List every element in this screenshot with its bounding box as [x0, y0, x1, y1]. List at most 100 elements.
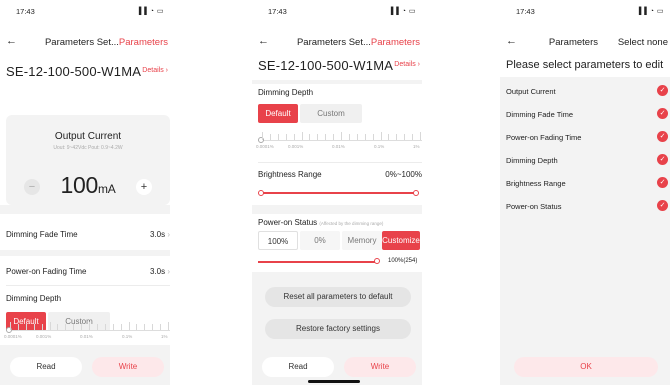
- details-link[interactable]: Details ›: [142, 67, 168, 74]
- dimming-depth-slider[interactable]: 0.0001% 0.001% 0.01% 0.1% 1%: [256, 130, 422, 154]
- option-customize-button[interactable]: Customize: [382, 231, 420, 250]
- slider-tick: [262, 132, 263, 140]
- check-icon[interactable]: ✓: [657, 200, 668, 211]
- list-item-label: Power-on Status: [506, 202, 562, 211]
- status-bar: 17:43 ▐▐ ◔ ▭: [268, 7, 416, 19]
- slider-tick: [380, 132, 382, 140]
- slider-tick: [152, 324, 154, 330]
- tick-label: 0.1%: [374, 144, 385, 149]
- nav-bar: ← Parameters Set...Parameters: [6, 35, 170, 50]
- brightness-max-handle[interactable]: [413, 190, 419, 196]
- slider-tick: [396, 134, 398, 140]
- row-value-text: 3.0s: [149, 267, 166, 276]
- back-arrow-icon[interactable]: ←: [6, 35, 17, 47]
- custom-button[interactable]: Custom: [300, 104, 362, 123]
- power-on-fading-time-row[interactable]: Power-on Fading Time 3.0s ›: [6, 267, 170, 283]
- check-icon[interactable]: ✓: [657, 131, 668, 142]
- slider-tick: [136, 324, 138, 330]
- slider-tick: [144, 324, 146, 330]
- default-button[interactable]: Default: [258, 104, 298, 123]
- select-none-button[interactable]: Select none: [618, 37, 668, 48]
- list-item-dimming-fade-time[interactable]: Dimming Fade Time ✓: [506, 107, 670, 122]
- dimming-fade-time-row[interactable]: Dimming Fade Time 3.0s ›: [6, 230, 170, 246]
- slider-handle[interactable]: [258, 137, 264, 143]
- list-item-label: Dimming Depth: [506, 156, 558, 165]
- list-item-label: Output Current: [506, 87, 556, 96]
- option-100-button[interactable]: 100%: [258, 231, 298, 250]
- dimming-depth-slider[interactable]: 0.0001% 0.001% 0.01% 0.1% 1%: [4, 320, 170, 344]
- back-arrow-icon[interactable]: ←: [258, 35, 269, 47]
- slider-tick: [420, 132, 421, 140]
- check-icon[interactable]: ✓: [657, 108, 668, 119]
- slider-tick: [65, 324, 67, 330]
- slider-tick: [412, 134, 414, 140]
- list-item-power-on-status[interactable]: Power-on Status ✓: [506, 199, 670, 214]
- write-button[interactable]: Write: [344, 357, 416, 377]
- slider-tick: [33, 324, 35, 330]
- output-current-title: Output Current: [54, 131, 122, 142]
- parameters-link[interactable]: Parameters: [119, 37, 168, 48]
- slider-tick: [120, 324, 122, 330]
- write-button[interactable]: Write: [92, 357, 164, 377]
- back-arrow-icon[interactable]: ←: [506, 35, 517, 47]
- ok-button[interactable]: OK: [514, 357, 658, 377]
- row-divider: [258, 162, 422, 163]
- signal-wifi-battery-icon: ▐▐ ◔ ▭: [636, 8, 664, 15]
- current-unit: mA: [98, 182, 116, 196]
- parameters-screen-main: 17:43 ▐▐ ◔ ▭ ← Parameters Set...Paramete…: [0, 0, 170, 385]
- read-button[interactable]: Read: [262, 357, 334, 377]
- slider-handle[interactable]: [6, 327, 12, 333]
- list-item-power-on-fading-time[interactable]: Power-on Fading Time ✓: [506, 130, 670, 145]
- slider-tick: [168, 322, 169, 330]
- page-title: Parameters: [548, 37, 598, 48]
- slider-tick: [356, 134, 358, 140]
- slider-track: [6, 327, 170, 333]
- check-icon[interactable]: ✓: [657, 85, 668, 96]
- page-title-text: Parameters Set...: [44, 37, 119, 48]
- parameters-link[interactable]: Parameters: [371, 37, 420, 48]
- slider-tick: [317, 134, 319, 140]
- restore-factory-button[interactable]: Restore factory settings: [265, 319, 411, 339]
- dimming-depth-label: Dimming Depth: [258, 88, 314, 97]
- slider-tick: [112, 324, 114, 330]
- decrease-button[interactable]: −: [24, 179, 40, 195]
- power-on-status-label: Power-on Status (Affected by the dimming…: [258, 218, 383, 227]
- section-divider: [252, 205, 422, 214]
- increase-button[interactable]: +: [136, 179, 152, 195]
- slider-tick: [73, 324, 75, 330]
- home-indicator: [308, 380, 360, 383]
- page-title: Parameters Set...Parameters: [297, 37, 420, 48]
- dimming-depth-label-row: Dimming Depth: [258, 88, 422, 104]
- slider-tick: [301, 132, 303, 140]
- option-0-button[interactable]: 0%: [300, 231, 340, 250]
- option-memory-button[interactable]: Memory: [342, 231, 382, 250]
- list-item-output-current[interactable]: Output Current ✓: [506, 84, 670, 99]
- read-button[interactable]: Read: [10, 357, 82, 377]
- slider-tick: [404, 134, 406, 140]
- details-link[interactable]: Details ›: [394, 61, 420, 68]
- slider-track: [258, 137, 422, 143]
- nav-bar: ← Parameters Set...Parameters: [258, 35, 422, 50]
- power-on-level-handle[interactable]: [374, 258, 380, 264]
- slider-tick: [293, 134, 295, 140]
- reset-defaults-button[interactable]: Reset all parameters to default: [265, 287, 411, 307]
- slider-tick: [333, 134, 335, 140]
- slider-tick: [325, 134, 327, 140]
- chevron-right-icon: ›: [167, 230, 170, 239]
- slider-tick: [372, 134, 374, 140]
- brightness-range-label: Brightness Range: [258, 170, 322, 179]
- chevron-right-icon: ›: [165, 67, 168, 74]
- list-item-label: Brightness Range: [506, 179, 566, 188]
- check-icon[interactable]: ✓: [657, 177, 668, 188]
- brightness-min-handle[interactable]: [258, 190, 264, 196]
- list-background: [500, 77, 670, 385]
- section-divider: [252, 80, 422, 84]
- check-icon[interactable]: ✓: [657, 154, 668, 165]
- tick-label: 0.0001%: [4, 334, 22, 339]
- slider-tick: [17, 324, 19, 330]
- tick-label: 1%: [161, 334, 168, 339]
- slider-tick: [269, 134, 271, 140]
- list-item-dimming-depth[interactable]: Dimming Depth ✓: [506, 153, 670, 168]
- slider-tick: [25, 324, 27, 330]
- list-item-brightness-range[interactable]: Brightness Range ✓: [506, 176, 670, 191]
